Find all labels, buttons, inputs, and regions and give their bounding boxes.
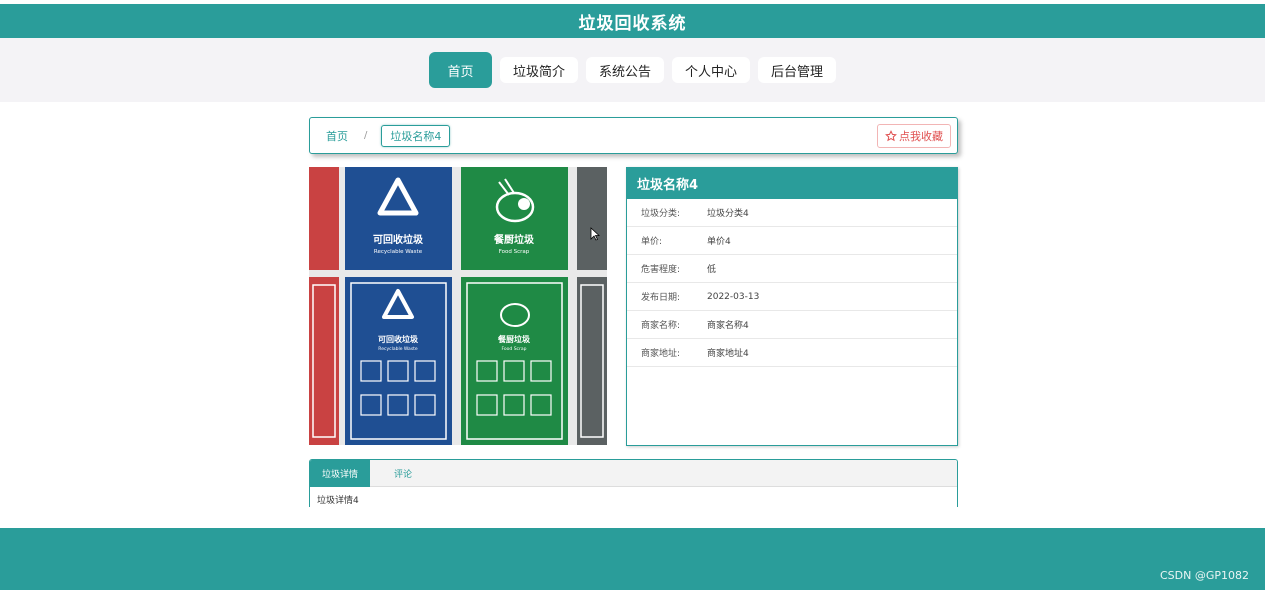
bin-label-en: Recyclable Waste	[378, 346, 418, 352]
detail-label: 发布日期:	[641, 293, 681, 303]
detail-row: 单价: 单价4	[627, 227, 957, 255]
bin-label-cn: 餐厨垃圾	[497, 334, 530, 344]
detail-row: 危害程度: 低	[627, 255, 957, 283]
detail-label: 商家名称:	[641, 321, 681, 331]
detail-panel: 垃圾名称4 垃圾分类: 垃圾分类4 单价: 单价4 危害程度: 低 发布日期: …	[626, 167, 958, 446]
breadcrumb-home-link[interactable]: 首页	[326, 128, 348, 144]
detail-label: 单价:	[641, 237, 663, 247]
nav-garbage-intro[interactable]: 垃圾简介	[499, 57, 578, 83]
star-outline-icon	[885, 130, 897, 142]
detail-label: 商家地址:	[641, 349, 681, 359]
detail-value: 垃圾分类4	[707, 209, 749, 219]
favorite-button[interactable]: 点我收藏	[877, 124, 951, 148]
bin-label-en: Food Scrap	[499, 249, 530, 255]
detail-row: 垃圾分类: 垃圾分类4	[627, 199, 957, 227]
nav-announcements[interactable]: 系统公告	[585, 57, 664, 83]
detail-value: 商家名称4	[707, 321, 749, 331]
detail-row: 商家地址: 商家地址4	[627, 339, 957, 367]
watermark: CSDN @GP1082	[1159, 569, 1249, 582]
app-title: 垃圾回收系统	[578, 13, 687, 34]
nav-home[interactable]: 首页	[428, 52, 492, 88]
app-header: 垃圾回收系统	[0, 4, 1265, 38]
nav-personal-center[interactable]: 个人中心	[672, 57, 751, 83]
detail-label: 垃圾分类:	[641, 209, 681, 219]
product-image: 可回收垃圾 Recyclable Waste 餐厨垃圾 Food Scrap 可…	[309, 167, 607, 445]
detail-value: 商家地址4	[707, 349, 749, 359]
favorite-label: 点我收藏	[899, 130, 943, 143]
detail-tabs: 垃圾详情 评论 垃圾详情4	[309, 459, 958, 507]
tab-comments[interactable]: 评论	[370, 460, 424, 487]
detail-row: 商家名称: 商家名称4	[627, 311, 957, 339]
breadcrumb-current[interactable]: 垃圾名称4	[381, 124, 451, 147]
garbage-bin-image: 可回收垃圾 Recyclable Waste 餐厨垃圾 Food Scrap 可…	[309, 167, 607, 445]
bin-label-cn: 餐厨垃圾	[493, 233, 535, 246]
detail-row: 发布日期: 2022-03-13	[627, 283, 957, 311]
detail-title: 垃圾名称4	[627, 168, 957, 199]
tab-garbage-detail[interactable]: 垃圾详情	[310, 460, 371, 487]
breadcrumb-separator: /	[364, 130, 368, 141]
nav-admin[interactable]: 后台管理	[758, 57, 837, 83]
detail-label: 危害程度:	[641, 265, 681, 275]
detail-value: 2022-03-13	[707, 291, 760, 302]
detail-value: 低	[707, 265, 717, 275]
tab-content: 垃圾详情4	[317, 496, 359, 506]
tab-bar: 垃圾详情 评论	[310, 460, 957, 487]
bin-label-en: Recyclable Waste	[374, 249, 423, 255]
bin-label-en: Food Scrap	[501, 346, 526, 352]
main-nav: 首页 垃圾简介 系统公告 个人中心 后台管理	[0, 38, 1265, 102]
detail-value: 单价4	[707, 237, 731, 247]
bin-label-cn: 可回收垃圾	[378, 334, 418, 344]
bin-label-cn: 可回收垃圾	[373, 233, 424, 246]
page-footer: CSDN @GP1082	[0, 528, 1265, 590]
mouse-cursor-icon	[590, 227, 600, 241]
breadcrumb: 首页 / 垃圾名称4 点我收藏	[309, 117, 958, 154]
